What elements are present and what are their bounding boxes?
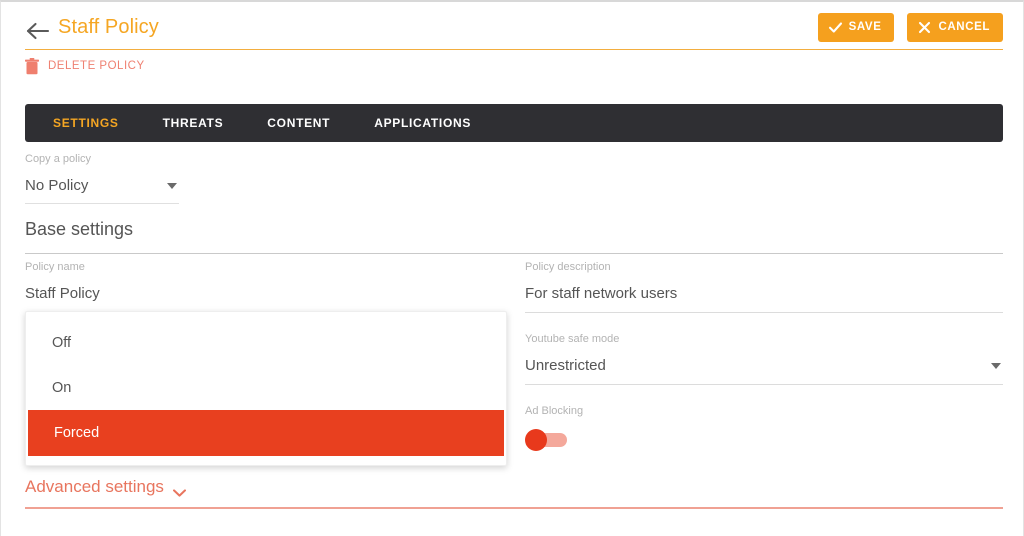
tab-bar: SETTINGS THREATS CONTENT APPLICATIONS bbox=[25, 104, 1003, 142]
advanced-settings-section: Advanced settings bbox=[25, 478, 1003, 509]
delete-policy-label: DELETE POLICY bbox=[48, 59, 145, 72]
ad-blocking-label: Ad Blocking bbox=[525, 404, 584, 417]
copy-policy-select[interactable]: No Policy bbox=[25, 177, 179, 204]
header-divider bbox=[25, 49, 1003, 50]
tab-settings[interactable]: SETTINGS bbox=[25, 117, 141, 129]
header-actions: SAVE CANCEL bbox=[817, 13, 1003, 42]
save-button[interactable]: SAVE bbox=[817, 13, 895, 42]
caret-down-icon bbox=[991, 363, 1001, 370]
dropdown-option-on[interactable]: On bbox=[26, 365, 506, 410]
toggle-thumb bbox=[525, 428, 547, 451]
policy-mode-dropdown: Off On Forced bbox=[25, 311, 507, 466]
advanced-settings-divider bbox=[25, 507, 1003, 509]
policy-description-label: Policy description bbox=[525, 261, 611, 273]
check-icon bbox=[828, 20, 843, 35]
tab-threats[interactable]: THREATS bbox=[141, 117, 246, 129]
ad-blocking-field: Ad Blocking bbox=[525, 404, 1003, 451]
dropdown-option-off[interactable]: Off bbox=[26, 320, 506, 365]
policy-editor-page: Staff Policy SAVE CANCEL DELETE POLICY S… bbox=[0, 0, 1024, 536]
policy-name-label: Policy name bbox=[25, 261, 85, 273]
cancel-button[interactable]: CANCEL bbox=[907, 13, 1003, 42]
caret-down-icon bbox=[167, 183, 177, 190]
policy-name-input[interactable]: Staff Policy bbox=[25, 285, 503, 312]
base-settings-divider bbox=[25, 253, 1003, 254]
delete-policy-button[interactable]: DELETE POLICY bbox=[25, 58, 145, 75]
base-settings-title: Base settings bbox=[25, 219, 134, 239]
youtube-safe-mode-select[interactable]: Unrestricted bbox=[525, 357, 1003, 385]
policy-description-field: Policy description For staff network use… bbox=[525, 262, 1003, 313]
page-title: Staff Policy bbox=[58, 16, 159, 38]
youtube-safe-mode-field: Youtube safe mode Unrestricted bbox=[525, 334, 1003, 385]
youtube-safe-mode-label: Youtube safe mode bbox=[525, 333, 620, 345]
cancel-button-label: CANCEL bbox=[938, 20, 990, 33]
advanced-settings-label: Advanced settings bbox=[25, 477, 164, 496]
chevron-down-icon bbox=[172, 483, 186, 497]
trash-icon bbox=[25, 58, 39, 75]
youtube-safe-mode-value: Unrestricted bbox=[525, 357, 606, 374]
copy-policy-value: No Policy bbox=[25, 177, 89, 194]
save-button-label: SAVE bbox=[848, 20, 882, 33]
policy-name-field: Policy name Staff Policy bbox=[25, 262, 503, 312]
ad-blocking-toggle[interactable] bbox=[525, 428, 567, 451]
copy-policy-label: Copy a policy bbox=[25, 153, 92, 165]
tab-applications[interactable]: APPLICATIONS bbox=[352, 117, 493, 129]
copy-policy-field: Copy a policy No Policy bbox=[25, 154, 179, 204]
arrow-left-icon[interactable] bbox=[25, 18, 51, 44]
tab-content[interactable]: CONTENT bbox=[245, 117, 352, 129]
page-header: Staff Policy SAVE CANCEL bbox=[25, 12, 1003, 50]
close-icon bbox=[917, 20, 932, 35]
dropdown-option-forced[interactable]: Forced bbox=[28, 410, 504, 456]
advanced-settings-toggle[interactable]: Advanced settings bbox=[25, 478, 186, 507]
policy-description-input[interactable]: For staff network users bbox=[525, 285, 1003, 313]
base-settings-right-column: Policy description For staff network use… bbox=[525, 262, 1003, 468]
